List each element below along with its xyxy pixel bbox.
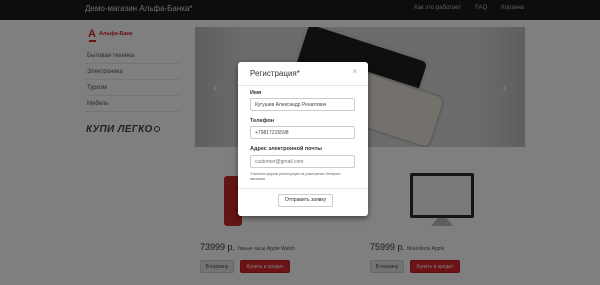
name-label: Имя <box>250 90 262 96</box>
registration-note: *Наличие формы регистрации на усмотрение… <box>250 172 342 181</box>
email-field[interactable] <box>250 155 355 168</box>
close-icon[interactable]: × <box>352 67 357 76</box>
phone-field[interactable] <box>250 126 355 139</box>
modal-header: Регистрация* × <box>238 62 368 86</box>
name-field[interactable] <box>250 98 355 111</box>
registration-modal: Регистрация* × Имя Телефон Адрес электро… <box>238 62 368 216</box>
email-label: Адрес электронной почты <box>250 146 322 152</box>
modal-title: Регистрация* <box>250 69 300 78</box>
submit-application-button[interactable]: Отправить заявку <box>278 194 333 207</box>
phone-label: Телефон <box>250 118 275 124</box>
modal-footer-divider <box>238 188 368 189</box>
